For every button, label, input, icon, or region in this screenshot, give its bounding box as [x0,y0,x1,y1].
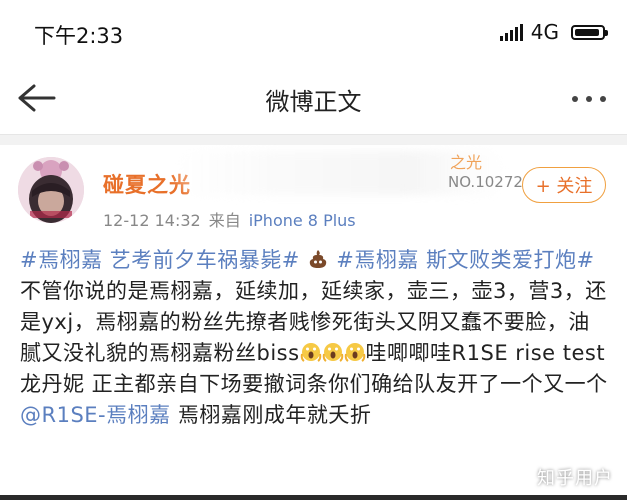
mention-link[interactable]: @R1SE-焉栩嘉 [20,403,171,427]
status-indicators: 4G [499,20,608,44]
follow-button[interactable]: + 关注 [522,167,606,203]
weibo-post: 碰夏之光 之光 NO.102725 + 关注 12-12 14:32 来自 iP… [0,145,627,500]
page-title: 微博正文 [265,88,362,116]
more-dots-icon[interactable] [569,84,609,114]
image-strip [0,495,627,500]
avatar[interactable] [18,157,84,223]
topic-link[interactable]: #焉栩嘉 艺考前夕车祸暴毙# [20,248,300,272]
post-body: #焉栩嘉 艺考前夕车祸暴毙# #焉栩嘉 斯文败类爱打炮# 不管你说的是焉栩嘉，延… [20,245,610,431]
signal-icon [499,23,523,41]
user-badge-number: NO.102725 [448,173,533,191]
status-time: 下午2:33 [34,24,124,48]
user-badge-fragment: 之光 [450,153,483,172]
poop-emoji-icon [309,250,327,268]
post-source-prefix: 来自 [208,211,241,230]
battery-level [575,28,599,36]
section-divider [0,135,627,145]
post-text-segment: 焉栩嘉刚成年就夭折 [170,403,372,427]
watermark: 知乎用户 [537,468,613,489]
screaming-face-emoji-icon [344,343,365,362]
topic-link[interactable]: #焉栩嘉 斯文败类爱打炮# [336,248,594,272]
screaming-face-emoji-icon [300,343,321,362]
status-bar: 下午2:33 4G [0,0,627,62]
network-type: 4G [530,20,559,44]
nav-bar: 微博正文 [0,62,627,135]
screaming-face-emoji-icon [322,343,343,362]
battery-icon [571,24,608,40]
post-timestamp: 12-12 14:32 [103,211,201,230]
post-device: iPhone 8 Plus [248,211,356,230]
post-meta: 12-12 14:32 来自 iPhone 8 Plus [103,207,356,231]
